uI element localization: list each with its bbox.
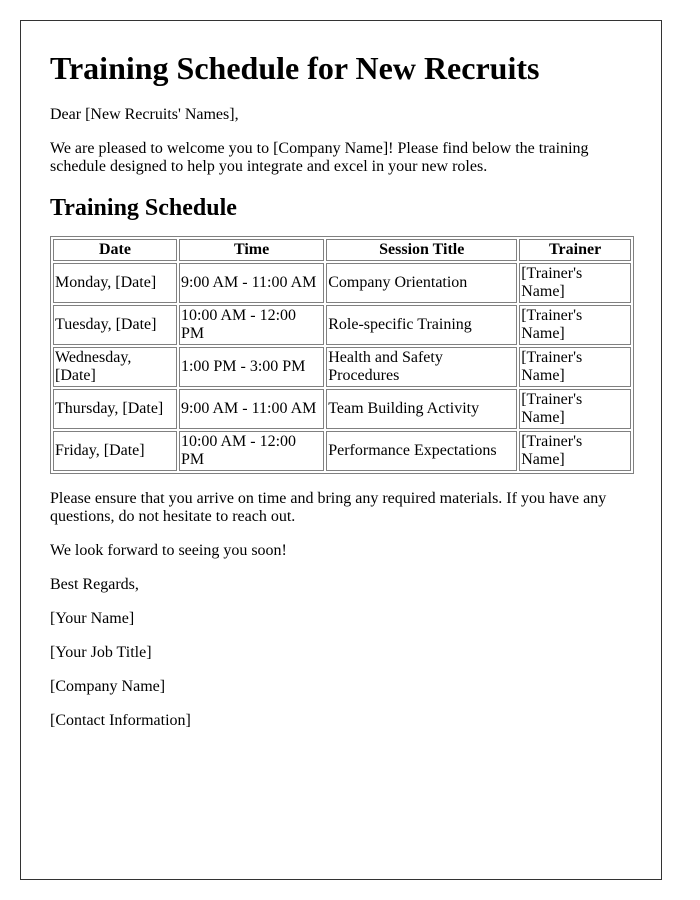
header-trainer: Trainer (519, 239, 631, 261)
cell-date: Tuesday, [Date] (53, 305, 177, 345)
cell-date: Monday, [Date] (53, 263, 177, 303)
schedule-heading: Training Schedule (50, 195, 237, 221)
cell-trainer: [Trainer's Name] (519, 389, 631, 429)
cell-session-title: Company Orientation (326, 263, 518, 303)
signature-contact: [Contact Information] (50, 712, 191, 729)
cell-session-title: Performance Expectations (326, 431, 518, 471)
cell-session-title: Role-specific Training (326, 305, 518, 345)
cell-trainer: [Trainer's Name] (519, 347, 631, 387)
page-title: Training Schedule for New Recruits (50, 50, 540, 86)
sign-off: Best Regards, (50, 576, 139, 593)
header-session-title: Session Title (326, 239, 518, 261)
table-row: Monday, [Date] 9:00 AM - 11:00 AM Compan… (53, 263, 631, 303)
greeting: Dear [New Recruits' Names], (50, 106, 239, 123)
closing-line: We look forward to seeing you soon! (50, 542, 287, 559)
cell-trainer: [Trainer's Name] (519, 431, 631, 471)
schedule-table: Date Time Session Title Trainer Monday, … (50, 236, 634, 474)
cell-date: Thursday, [Date] (53, 389, 177, 429)
cell-time: 1:00 PM - 3:00 PM (178, 347, 325, 387)
signature-company: [Company Name] (50, 678, 166, 695)
signature-name: [Your Name] (50, 610, 135, 627)
table-row: Friday, [Date] 10:00 AM - 12:00 PM Perfo… (53, 431, 631, 471)
header-date: Date (53, 239, 177, 261)
reminder-paragraph: Please ensure that you arrive on time an… (50, 490, 607, 525)
letter-page: Training Schedule for New Recruits Dear … (20, 20, 662, 880)
cell-time: 10:00 AM - 12:00 PM (178, 305, 325, 345)
cell-session-title: Health and Safety Procedures (326, 347, 518, 387)
cell-session-title: Team Building Activity (326, 389, 518, 429)
table-row: Tuesday, [Date] 10:00 AM - 12:00 PM Role… (53, 305, 631, 345)
header-time: Time (178, 239, 325, 261)
cell-trainer: [Trainer's Name] (519, 263, 631, 303)
signature-job-title: [Your Job Title] (50, 644, 152, 661)
cell-trainer: [Trainer's Name] (519, 305, 631, 345)
cell-time: 9:00 AM - 11:00 AM (178, 263, 325, 303)
cell-time: 10:00 AM - 12:00 PM (178, 431, 325, 471)
table-header-row: Date Time Session Title Trainer (53, 239, 631, 261)
cell-date: Friday, [Date] (53, 431, 177, 471)
cell-time: 9:00 AM - 11:00 AM (178, 389, 325, 429)
intro-paragraph: We are pleased to welcome you to [Compan… (50, 140, 589, 175)
cell-date: Wednesday, [Date] (53, 347, 177, 387)
table-row: Wednesday, [Date] 1:00 PM - 3:00 PM Heal… (53, 347, 631, 387)
table-row: Thursday, [Date] 9:00 AM - 11:00 AM Team… (53, 389, 631, 429)
